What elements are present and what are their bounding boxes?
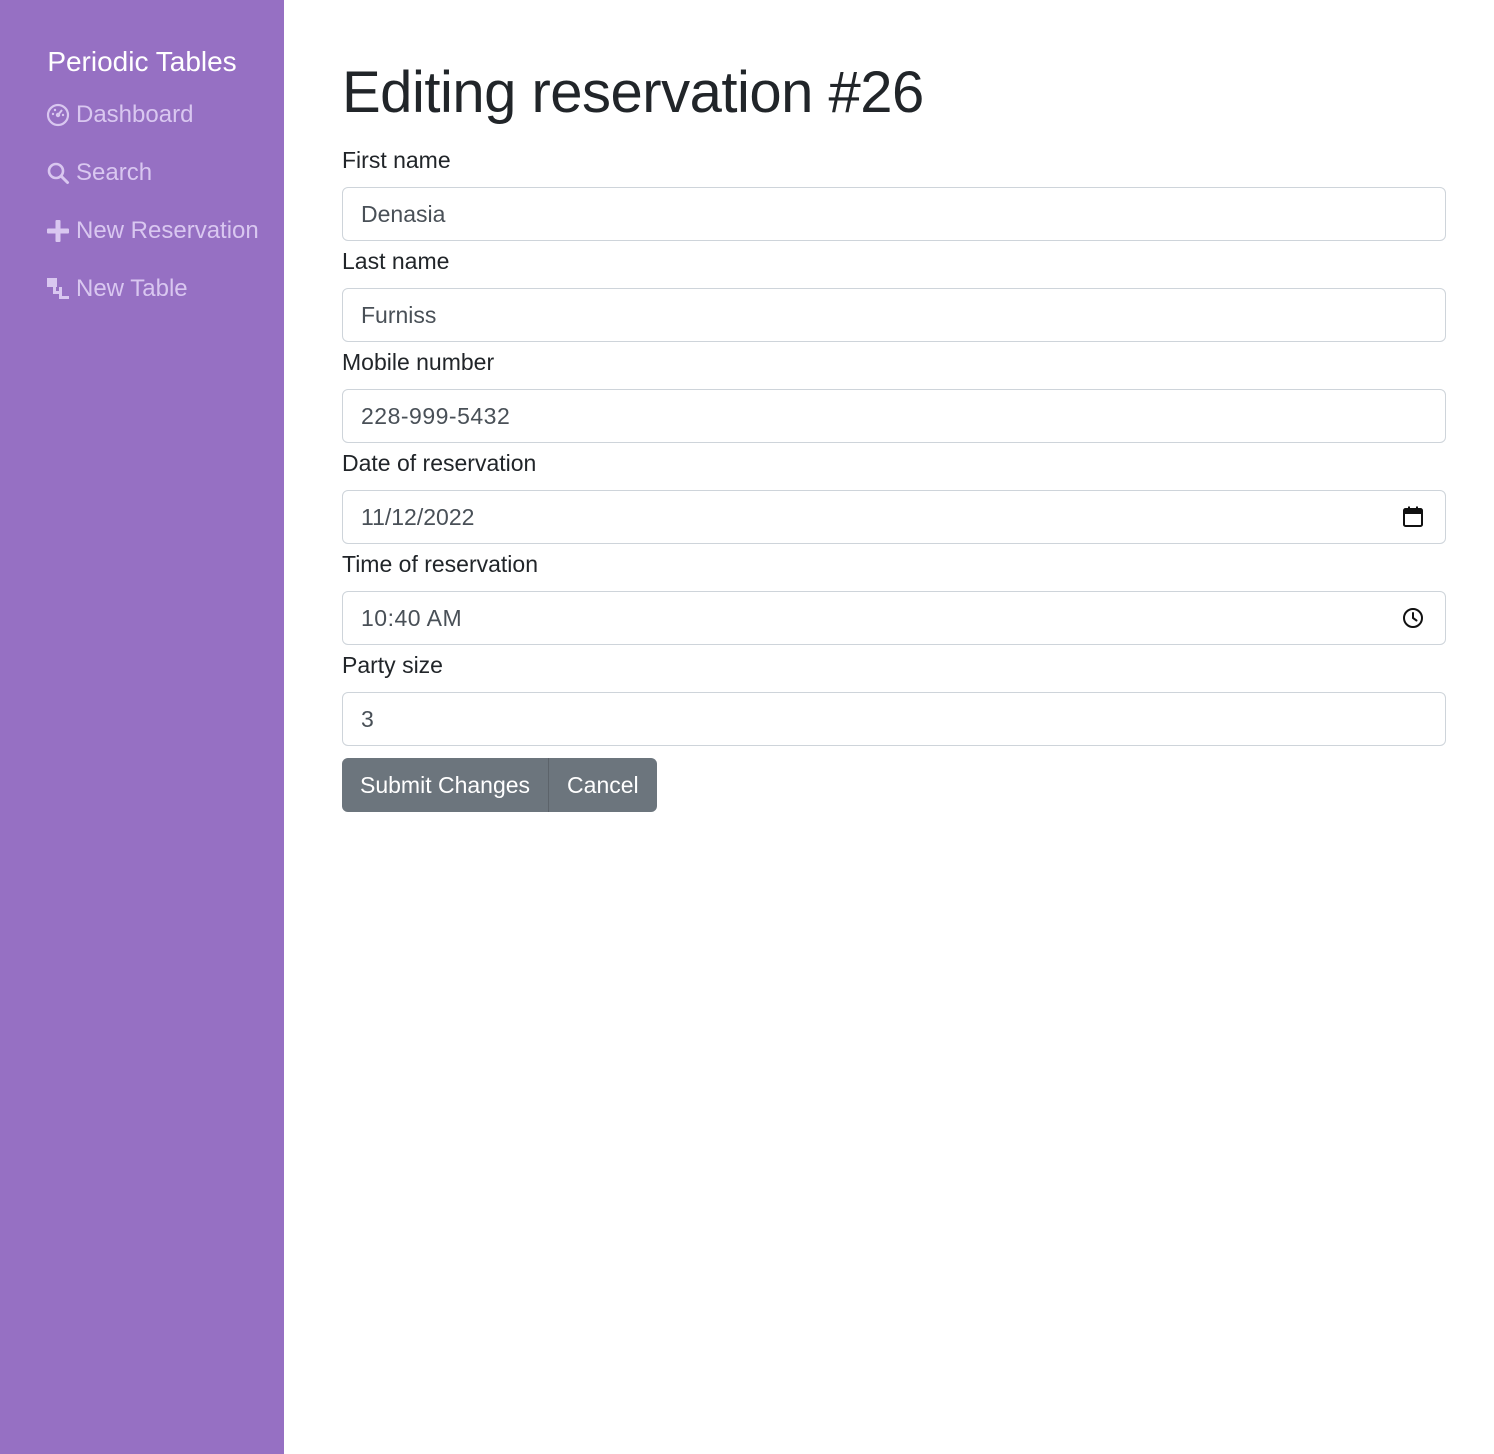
dashboard-icon xyxy=(46,103,70,127)
form-buttons: Submit Changes Cancel xyxy=(342,758,1446,812)
sidebar-item-search[interactable]: Search xyxy=(46,156,284,190)
last-name-label: Last name xyxy=(342,248,450,274)
layers-icon xyxy=(46,277,70,301)
cancel-button[interactable]: Cancel xyxy=(549,758,657,812)
reservation-time-value: 10:40 AM xyxy=(361,604,463,631)
reservation-time-label: Time of reservation xyxy=(342,551,538,577)
app-root: Periodic Tables Dashboard Search New Res… xyxy=(0,0,1494,1454)
mobile-number-label: Mobile number xyxy=(342,349,495,375)
main-content: Editing reservation #26 First name Denas… xyxy=(284,0,1494,1454)
sidebar-item-label: New Table xyxy=(76,275,188,302)
first-name-value: Denasia xyxy=(361,200,446,227)
last-name-value: Furniss xyxy=(361,301,437,328)
reservation-date-label: Date of reservation xyxy=(342,450,537,476)
sidebar: Periodic Tables Dashboard Search New Res… xyxy=(0,0,284,1454)
sidebar-nav: Dashboard Search New Reservation New Tab… xyxy=(0,98,284,306)
reservation-form: First name Denasia Last name Furniss Mob… xyxy=(342,146,1446,812)
mobile-number-group: Mobile number 228-999-5432 xyxy=(342,348,1446,443)
clock-icon[interactable] xyxy=(1401,606,1425,630)
calendar-icon[interactable] xyxy=(1401,505,1425,529)
plus-icon xyxy=(46,219,70,243)
reservation-time-group: Time of reservation 10:40 AM xyxy=(342,550,1446,645)
party-size-label: Party size xyxy=(342,652,443,678)
party-size-input[interactable]: 3 xyxy=(342,692,1446,746)
reservation-time-input[interactable]: 10:40 AM xyxy=(342,591,1446,645)
sidebar-item-label: Dashboard xyxy=(76,101,194,128)
party-size-value: 3 xyxy=(361,705,374,732)
page-title: Editing reservation #26 xyxy=(342,60,924,125)
brand-link[interactable]: Periodic Tables xyxy=(0,44,284,80)
reservation-date-value: 11/12/2022 xyxy=(361,503,475,530)
first-name-input[interactable]: Denasia xyxy=(342,187,1446,241)
reservation-date-group: Date of reservation 11/12/2022 xyxy=(342,449,1446,544)
last-name-input[interactable]: Furniss xyxy=(342,288,1446,342)
party-size-group: Party size 3 xyxy=(342,651,1446,746)
sidebar-item-label: Search xyxy=(76,159,153,186)
search-icon xyxy=(46,161,70,185)
first-name-label: First name xyxy=(342,147,451,173)
mobile-number-input[interactable]: 228-999-5432 xyxy=(342,389,1446,443)
sidebar-item-dashboard[interactable]: Dashboard xyxy=(46,98,284,132)
submit-changes-button[interactable]: Submit Changes xyxy=(342,758,550,812)
last-name-group: Last name Furniss xyxy=(342,247,1446,342)
sidebar-item-new-reservation[interactable]: New Reservation xyxy=(46,214,284,248)
reservation-date-input[interactable]: 11/12/2022 xyxy=(342,490,1446,544)
sidebar-item-label: New Reservation xyxy=(76,217,259,244)
first-name-group: First name Denasia xyxy=(342,146,1446,241)
mobile-number-value: 228-999-5432 xyxy=(361,402,511,429)
sidebar-item-new-table[interactable]: New Table xyxy=(46,272,284,306)
